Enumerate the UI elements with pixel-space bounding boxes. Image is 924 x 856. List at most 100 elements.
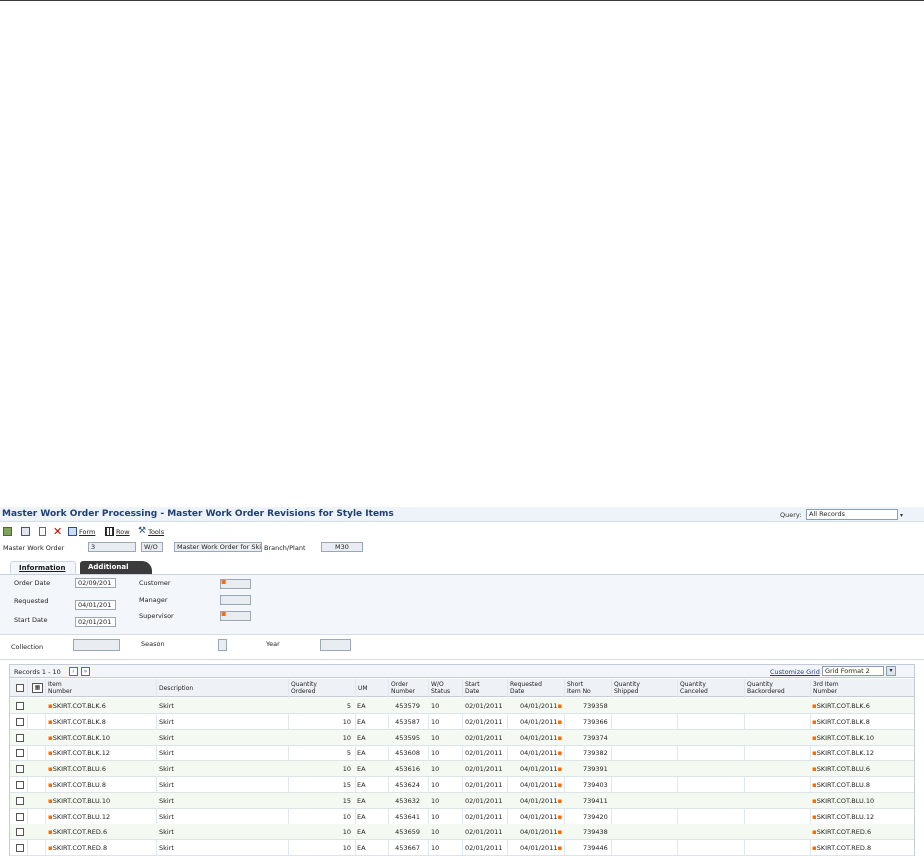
table-row[interactable]: ▪SKIRT.COT.BLU.12 Skirt 10 EA 453641 10 02/01/… (10, 809, 914, 825)
year-field[interactable] (320, 639, 351, 651)
row-label: Row (116, 527, 130, 536)
delete-icon (39, 527, 46, 536)
grid-toolbar: Records 1 - 10 › » Customize Grid Grid F… (10, 665, 914, 678)
row-checkbox[interactable] (16, 781, 24, 789)
customize-grid-link[interactable]: Customize Grid (770, 668, 820, 676)
col-wo-status[interactable]: W/O Status (431, 681, 450, 695)
cell-description: Skirt (159, 733, 174, 742)
col-item-number[interactable]: Item Number (48, 681, 72, 695)
next-page-icon[interactable]: › (69, 667, 78, 676)
cell-order-number: 453641 (395, 812, 420, 821)
description-field[interactable]: Master Work Order for Ski (174, 542, 262, 552)
records-count: Records 1 - 10 (14, 668, 61, 676)
attachment-icon[interactable]: ▦ (32, 683, 43, 693)
manager-field[interactable] (220, 595, 251, 605)
season-field[interactable] (218, 639, 227, 651)
table-row[interactable]: ▪SKIRT.COT.BLK.10 Skirt 10 EA 453595 10 02/01/… (10, 729, 914, 746)
col-um[interactable]: UM (358, 685, 368, 692)
cell-description: Skirt (159, 717, 174, 726)
last-page-icon[interactable]: » (81, 667, 90, 676)
col-short-item-no[interactable]: Short Item No (567, 681, 591, 695)
row-checkbox[interactable] (16, 828, 24, 837)
col-start-date[interactable]: Start Date (465, 681, 480, 695)
chevron-down-icon[interactable]: ▾ (886, 666, 896, 676)
cell-item-number: ▪SKIRT.COT.BLU.6 (48, 765, 107, 774)
row-checkbox[interactable] (16, 812, 24, 821)
form-icon (68, 527, 77, 536)
row-checkbox[interactable] (16, 844, 24, 853)
cell-requested-date: 04/01/2011▪ (520, 812, 563, 821)
row-checkbox[interactable] (16, 749, 24, 758)
supervisor-field[interactable]: ▪ (220, 611, 251, 621)
row-menu-button[interactable]: Row (105, 526, 130, 537)
cell-quantity-ordered: 5 (346, 702, 351, 710)
query-value: All Records (809, 510, 845, 518)
query-select[interactable]: All Records ▾ (806, 509, 903, 520)
delete-button[interactable] (39, 526, 46, 537)
collection-field[interactable] (73, 639, 120, 651)
cell-third-item-number: ▪SKIRT.COT.BLU.10 (812, 796, 875, 805)
tab-information[interactable]: Information (10, 561, 76, 574)
collection-label: Collection (11, 643, 44, 651)
cell-start-date: 02/01/2011 (465, 844, 503, 853)
form-label: Form (79, 527, 96, 536)
table-row[interactable]: ▪SKIRT.COT.BLK.12 Skirt 5 EA 453608 10 02/01/2… (10, 745, 914, 762)
wo-type-field[interactable]: W/O (141, 542, 163, 552)
required-marker: ▪ (557, 796, 563, 805)
copy-icon (21, 527, 30, 536)
cell-description: Skirt (159, 796, 174, 805)
branch-field[interactable]: M30 (321, 542, 363, 552)
col-third-item-number[interactable]: 3rd Item Number (813, 681, 839, 695)
start-date-label: Start Date (14, 616, 48, 624)
master-wo-field[interactable]: 3 (88, 542, 136, 552)
cell-requested-date: 04/01/2011▪ (520, 844, 563, 853)
select-all-checkbox[interactable] (16, 684, 24, 692)
cell-third-item-number: ▪SKIRT.COT.BLK.6 (812, 702, 870, 710)
col-quantity-canceled[interactable]: Quantity Canceled (680, 681, 708, 695)
requested-field[interactable]: 04/01/201 (75, 600, 116, 610)
order-date-field[interactable]: 02/09/201 (75, 578, 116, 588)
cell-description: Skirt (159, 828, 174, 837)
table-row[interactable]: ▪SKIRT.COT.BLU.6 Skirt 10 EA 453616 10 02/01/2… (10, 761, 914, 778)
table-row[interactable]: ▪SKIRT.COT.BLK.8 Skirt 10 EA 453587 10 02/01/2… (10, 714, 914, 730)
cell-quantity-ordered: 15 (342, 796, 351, 805)
start-date-field[interactable]: 02/01/201 (75, 617, 116, 627)
col-order-number[interactable]: Order Number (391, 681, 415, 695)
row-checkbox[interactable] (16, 765, 24, 774)
col-requested-date[interactable]: Requested Date (510, 681, 542, 695)
tools-menu-button[interactable]: ⚒ Tools (138, 526, 164, 537)
col-description[interactable]: Description (159, 685, 193, 692)
tab-additional[interactable]: Additional (80, 561, 152, 574)
required-marker: ▪ (557, 781, 563, 789)
cell-item-number: ▪SKIRT.COT.BLU.12 (48, 812, 111, 821)
grid-format-select[interactable]: Grid Format 2 (822, 666, 884, 676)
col-quantity-backordered[interactable]: Quantity Backordered (747, 681, 785, 695)
col-quantity-ordered[interactable]: Quantity Ordered (291, 681, 317, 695)
cell-um: EA (357, 717, 366, 726)
chevron-down-icon[interactable]: ▾ (900, 511, 903, 520)
cell-item-number: ▪SKIRT.COT.RED.6 (48, 828, 108, 837)
table-row[interactable]: ▪SKIRT.COT.BLU.8 Skirt 15 EA 453624 10 02/01/2… (10, 777, 914, 793)
table-row[interactable]: ▪SKIRT.COT.RED.6 Skirt 10 EA 453659 10 02/01/2… (10, 824, 914, 841)
cell-item-number: ▪SKIRT.COT.BLK.8 (48, 717, 106, 726)
form-menu-button[interactable]: Form (68, 526, 95, 537)
season-label: Season (141, 640, 165, 648)
table-row[interactable]: ▪SKIRT.COT.BLK.6 Skirt 5 EA 453579 10 02/01/20… (10, 698, 914, 714)
supervisor-label: Supervisor (139, 612, 174, 620)
cell-order-number: 453659 (395, 828, 420, 837)
row-checkbox[interactable] (16, 702, 24, 710)
branch-label: Branch/Plant (264, 544, 306, 552)
col-quantity-shipped[interactable]: Quantity Shipped (614, 681, 640, 695)
cell-quantity-ordered: 10 (342, 765, 351, 774)
customer-field[interactable]: ▪ (220, 579, 251, 589)
table-row[interactable]: ▪SKIRT.COT.RED.8 Skirt 10 EA 453667 10 02/01/2… (10, 840, 914, 856)
row-checkbox[interactable] (16, 796, 24, 805)
cell-requested-date: 04/01/2011▪ (520, 765, 563, 774)
table-row[interactable]: ▪SKIRT.COT.BLU.10 Skirt 15 EA 453632 10 02/01/… (10, 792, 914, 809)
row-checkbox[interactable] (16, 733, 24, 742)
save-button[interactable] (3, 526, 12, 537)
cell-third-item-number: ▪SKIRT.COT.BLK.10 (812, 733, 874, 742)
row-checkbox[interactable] (16, 717, 24, 726)
copy-button[interactable] (21, 526, 30, 537)
cancel-button[interactable]: ✕ (53, 526, 62, 537)
